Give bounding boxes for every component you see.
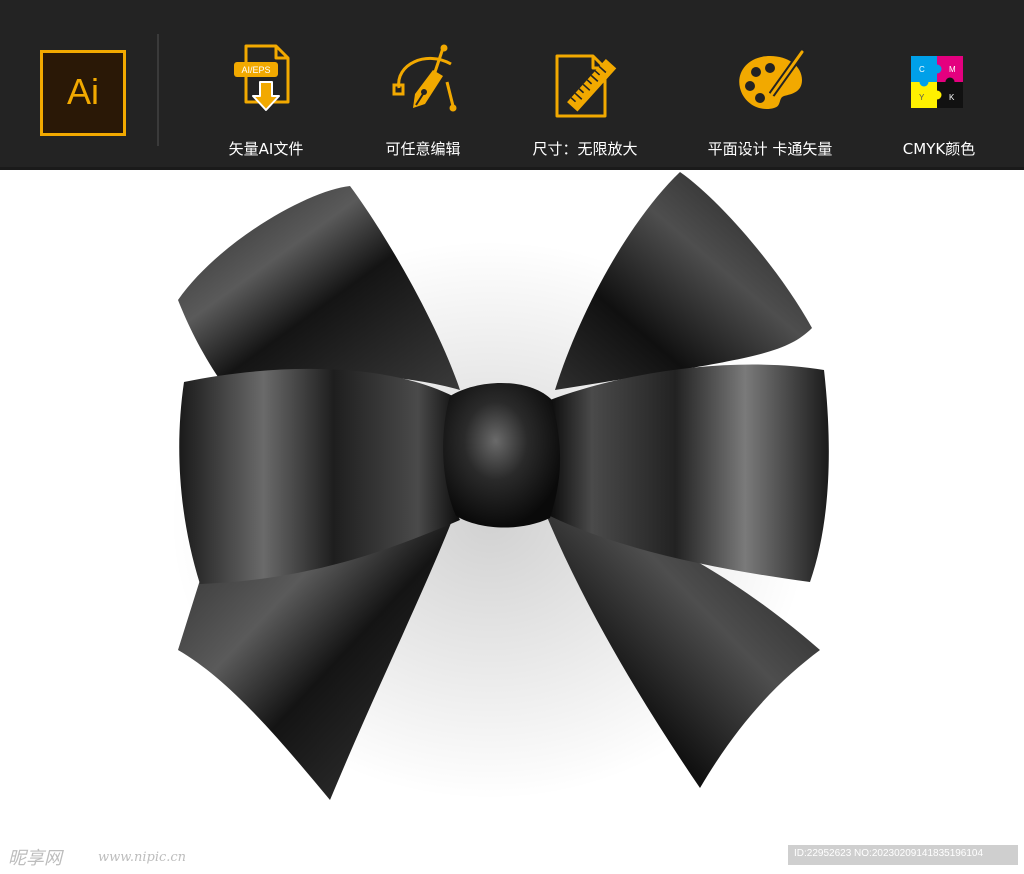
feature-label: 可任意编辑 — [385, 140, 461, 158]
feature-flat-cartoon-design: 平面设计 卡通矢量 — [680, 42, 860, 162]
feature-infinite-scale: 尺寸：无限放大 — [495, 42, 675, 162]
image-id-strip: ID:22952623 NO:20230209141835196104 — [788, 845, 1018, 865]
feature-editable: 可任意编辑 — [333, 42, 513, 162]
feature-label: 平面设计 卡通矢量 — [707, 140, 833, 158]
illustrator-logo: Ai — [40, 50, 126, 136]
image-id-text: ID:22952623 NO:20230209141835196104 — [794, 848, 984, 859]
pen-tool-icon — [392, 44, 457, 112]
feature-cmyk-color: C M Y K CMYK颜色 — [849, 42, 1024, 162]
cmyk-puzzle-icon: C M Y K — [911, 56, 963, 108]
watermark-logo: 昵享网 — [8, 848, 62, 869]
watermark-url: www.nipic.cn — [98, 850, 187, 865]
feature-label: 尺寸：无限放大 — [532, 140, 638, 158]
illustrator-logo-text: Ai — [66, 71, 99, 112]
feature-banner: Ai AI/EPS 矢量AI文件 可任意编辑 尺寸：无限放大 平面设计 卡通矢量… — [0, 0, 1024, 170]
ai-eps-file-download-icon: AI/EPS — [234, 44, 290, 111]
feature-label: 矢量AI文件 — [228, 140, 304, 158]
puzzle-letter-k: K — [949, 93, 955, 102]
ruler-document-icon — [555, 54, 617, 118]
paint-palette-icon — [739, 48, 806, 110]
puzzle-letter-c: C — [919, 65, 925, 74]
feature-label: CMYK颜色 — [902, 140, 976, 158]
black-ribbon-bow-illustration — [170, 172, 829, 800]
puzzle-letter-y: Y — [919, 93, 925, 102]
file-badge-text: AI/EPS — [241, 65, 270, 75]
feature-vector-ai-file: AI/EPS 矢量AI文件 — [176, 42, 356, 162]
puzzle-letter-m: M — [949, 65, 956, 74]
banner-divider — [157, 34, 159, 146]
